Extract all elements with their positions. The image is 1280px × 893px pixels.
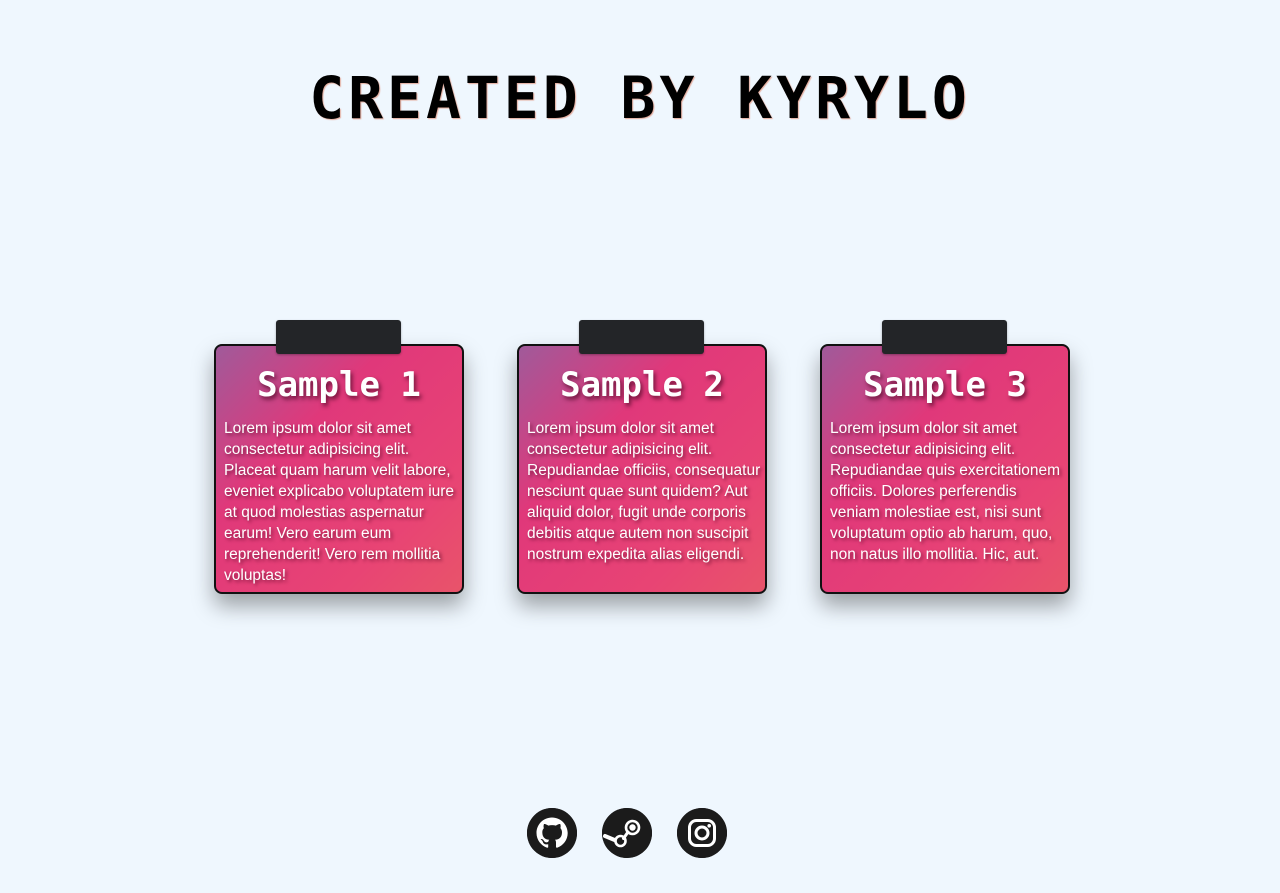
card-tape — [276, 320, 401, 354]
card-text: Lorem ipsum dolor sit amet consectetur a… — [224, 420, 455, 584]
instagram-icon — [677, 808, 727, 858]
steam-link[interactable] — [602, 808, 652, 858]
card-text: Lorem ipsum dolor sit amet consectetur a… — [830, 420, 1061, 563]
card-tape — [579, 320, 704, 354]
card-tape — [882, 320, 1007, 354]
card-title: Sample 3 — [863, 365, 1027, 405]
card-sample-2: Sample 2 Lorem ipsum dolor sit amet cons… — [517, 320, 767, 594]
steam-icon — [602, 808, 652, 858]
instagram-link[interactable] — [677, 808, 727, 858]
card: Sample 3 Lorem ipsum dolor sit amet cons… — [820, 344, 1070, 594]
card-title: Sample 2 — [560, 365, 724, 405]
page: CREATED BY KYRYLO Sample 1 Lorem ipsum d… — [0, 0, 1280, 893]
card-title: Sample 1 — [257, 365, 421, 405]
card-sample-1: Sample 1 Lorem ipsum dolor sit amet cons… — [214, 320, 464, 594]
card: Sample 1 Lorem ipsum dolor sit amet cons… — [214, 344, 464, 594]
social-links — [527, 808, 727, 858]
card-list: Sample 1 Lorem ipsum dolor sit amet cons… — [214, 320, 1070, 594]
card-text: Lorem ipsum dolor sit amet consectetur a… — [527, 420, 761, 563]
card-sample-3: Sample 3 Lorem ipsum dolor sit amet cons… — [820, 320, 1070, 594]
github-link[interactable] — [527, 808, 577, 858]
github-icon — [527, 808, 577, 858]
page-title: CREATED BY KYRYLO — [309, 64, 971, 132]
card: Sample 2 Lorem ipsum dolor sit amet cons… — [517, 344, 767, 594]
